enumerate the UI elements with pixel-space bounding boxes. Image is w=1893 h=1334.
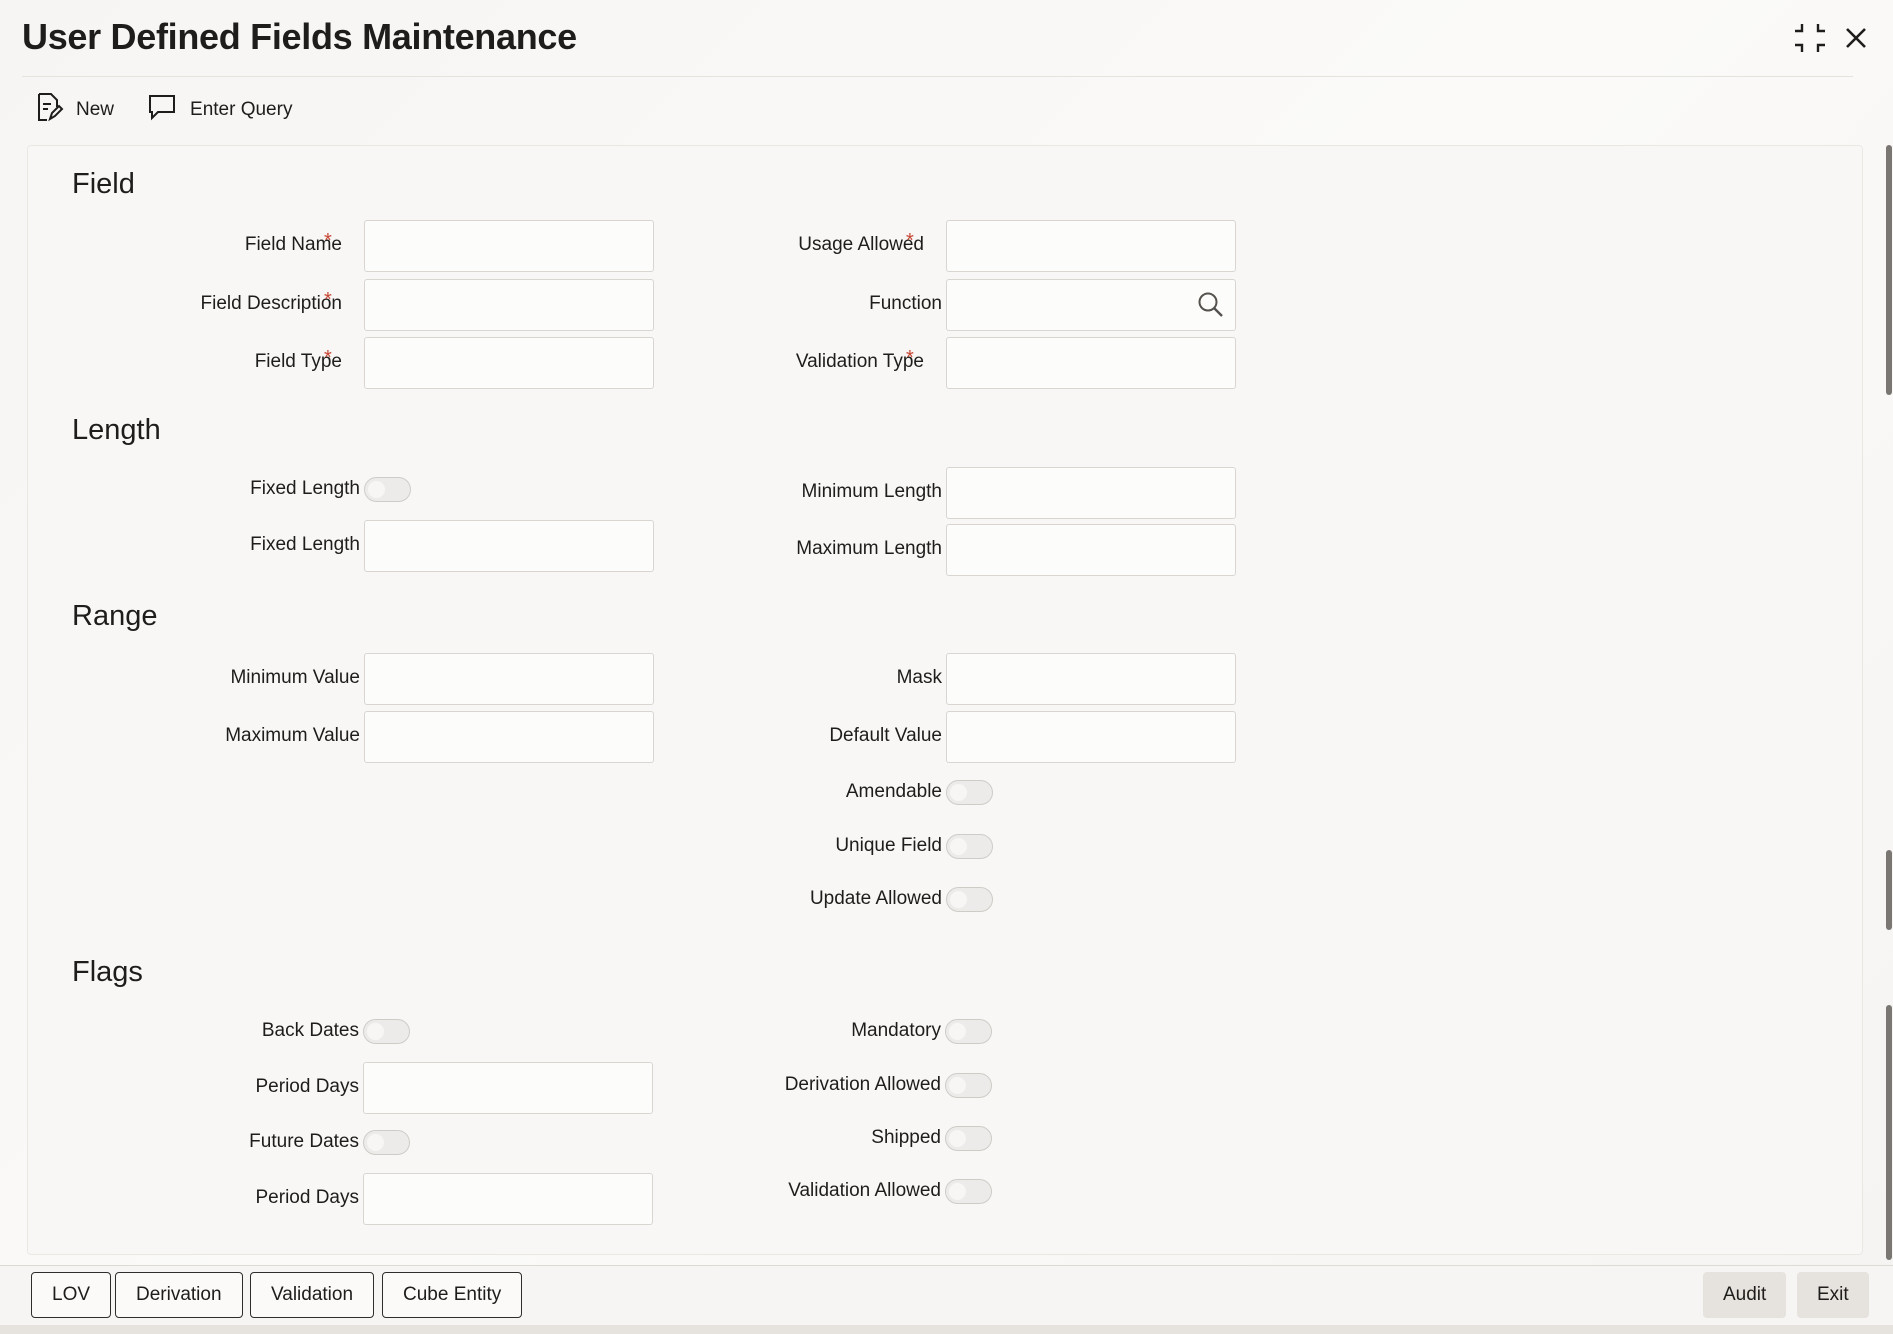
title-divider [22, 76, 1853, 77]
field-description-label: Field Description [200, 293, 343, 314]
back-dates-label: Back Dates [261, 1020, 359, 1041]
field-name-input[interactable] [364, 220, 654, 272]
shipped-label: Shipped [871, 1127, 941, 1148]
amendable-toggle[interactable] [946, 780, 993, 805]
validation-type-input[interactable] [946, 337, 1236, 389]
maximum-value-label: Maximum Value [225, 725, 360, 746]
minimum-value-label: Minimum Value [230, 667, 360, 688]
collapse-icon[interactable] [1790, 18, 1830, 58]
mask-label: Mask [896, 667, 942, 688]
toolbar: New Enter Query [32, 90, 324, 130]
new-button[interactable]: New [32, 91, 114, 129]
future-dates-period-days-input[interactable] [363, 1173, 653, 1225]
mandatory-toggle[interactable] [945, 1019, 992, 1044]
mandatory-label: Mandatory [851, 1020, 941, 1041]
scrollbar-thumb[interactable] [1886, 850, 1892, 930]
enter-query-button[interactable]: Enter Query [146, 91, 292, 129]
field-type-input[interactable] [364, 337, 654, 389]
back-dates-period-days-input[interactable] [363, 1062, 653, 1114]
cube-entity-button[interactable]: Cube Entity [382, 1272, 523, 1318]
back-dates-toggle[interactable] [363, 1019, 410, 1044]
future-dates-toggle[interactable] [363, 1130, 410, 1155]
minimum-length-input[interactable] [946, 467, 1236, 519]
fixed-length-toggle-label: Fixed Length [250, 478, 360, 499]
speech-bubble-icon [146, 91, 178, 129]
required-marker: * [906, 347, 914, 369]
derivation-allowed-label: Derivation Allowed [784, 1074, 941, 1095]
section-title-range: Range [72, 600, 158, 632]
future-dates-label: Future Dates [249, 1131, 359, 1152]
function-input[interactable] [946, 279, 1236, 331]
maximum-value-input[interactable] [364, 711, 654, 763]
scrollbar-thumb[interactable] [1886, 1005, 1892, 1260]
maximum-length-label: Maximum Length [796, 538, 942, 559]
fixed-length-toggle[interactable] [364, 477, 411, 502]
form-panel: Field Field Name * Field Description * F… [27, 145, 1863, 1255]
section-title-length: Length [72, 414, 161, 446]
exit-button[interactable]: Exit [1797, 1272, 1869, 1318]
required-marker: * [906, 230, 914, 252]
page-title: User Defined Fields Maintenance [22, 16, 577, 57]
required-marker: * [324, 289, 332, 311]
maximum-length-input[interactable] [946, 524, 1236, 576]
minimum-value-input[interactable] [364, 653, 654, 705]
window-bottom-edge [0, 1325, 1893, 1334]
enter-query-label: Enter Query [190, 99, 293, 120]
amendable-label: Amendable [845, 781, 942, 802]
period-days-label: Period Days [255, 1187, 360, 1208]
required-marker: * [324, 347, 332, 369]
usage-allowed-input[interactable] [946, 220, 1236, 272]
section-title-flags: Flags [72, 956, 143, 988]
fixed-length-input[interactable] [364, 520, 654, 572]
default-value-label: Default Value [829, 725, 942, 746]
mask-input[interactable] [946, 653, 1236, 705]
audit-button[interactable]: Audit [1703, 1272, 1787, 1318]
close-icon[interactable] [1836, 18, 1876, 58]
unique-field-toggle[interactable] [946, 834, 993, 859]
minimum-length-label: Minimum Length [801, 481, 942, 502]
update-allowed-toggle[interactable] [946, 887, 993, 912]
section-title-field: Field [72, 168, 135, 200]
window: User Defined Fields Maintenance New Ente… [0, 0, 1893, 1334]
default-value-input[interactable] [946, 711, 1236, 763]
scrollbar-thumb[interactable] [1886, 145, 1892, 395]
derivation-button[interactable]: Derivation [115, 1272, 243, 1318]
validation-type-label: Validation Type [795, 351, 924, 372]
search-icon[interactable] [1196, 290, 1226, 320]
lov-button[interactable]: LOV [31, 1272, 112, 1318]
validation-allowed-label: Validation Allowed [788, 1180, 941, 1201]
validation-allowed-toggle[interactable] [945, 1179, 992, 1204]
shipped-toggle[interactable] [945, 1126, 992, 1151]
period-days-label: Period Days [255, 1076, 360, 1097]
fixed-length-input-label: Fixed Length [250, 534, 360, 555]
unique-field-label: Unique Field [835, 835, 942, 856]
required-marker: * [324, 230, 332, 252]
field-description-input[interactable] [364, 279, 654, 331]
new-document-icon [32, 91, 64, 129]
new-button-label: New [76, 99, 115, 120]
derivation-allowed-toggle[interactable] [945, 1073, 992, 1098]
update-allowed-label: Update Allowed [809, 888, 942, 909]
validation-button[interactable]: Validation [250, 1272, 375, 1318]
function-label: Function [869, 293, 942, 314]
